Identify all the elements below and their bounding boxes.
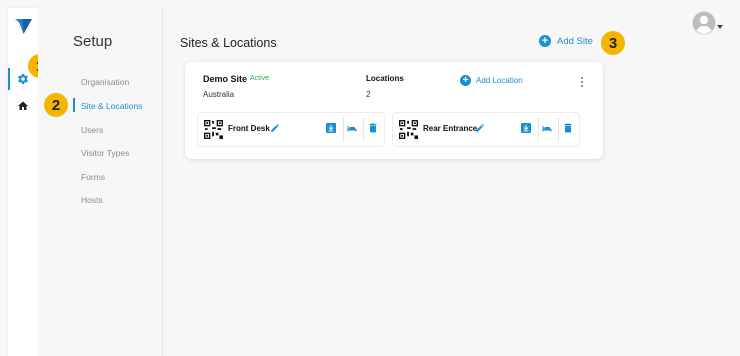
plus-circle-icon: + xyxy=(539,35,551,47)
site-country: Australia xyxy=(203,90,235,99)
plus-circle-icon: + xyxy=(460,75,471,86)
nav-item-forms[interactable]: Forms xyxy=(73,172,105,182)
nav-item-organisation[interactable]: Organisation xyxy=(73,77,129,87)
download-icon[interactable] xyxy=(325,122,337,134)
nav-item-site-locations[interactable]: Site & Locations xyxy=(73,98,142,112)
locations-count: 2 xyxy=(366,90,371,99)
nav-item-users[interactable]: Users xyxy=(73,125,103,135)
bed-icon[interactable] xyxy=(346,122,358,134)
add-location-label: Add Location xyxy=(476,76,523,85)
callout-badge-2: 2 xyxy=(44,93,68,117)
kebab-menu-icon[interactable] xyxy=(578,76,586,88)
divider xyxy=(363,117,364,142)
edit-pencil-icon[interactable] xyxy=(475,123,485,133)
add-site-label: Add Site xyxy=(557,35,593,47)
account-menu-caret[interactable] xyxy=(717,25,723,29)
location-name: Rear Entrance xyxy=(423,124,478,133)
bed-icon[interactable] xyxy=(541,122,553,134)
location-name: Front Desk xyxy=(228,124,270,133)
add-site-button[interactable]: + Add Site xyxy=(539,35,593,47)
site-status: Active xyxy=(250,75,270,82)
setup-nav-panel xyxy=(38,8,163,356)
page-title: Sites & Locations xyxy=(180,36,277,50)
location-card-rear-entrance: Rear Entrance xyxy=(392,112,580,147)
avatar-icon[interactable] xyxy=(692,11,716,35)
setup-title: Setup xyxy=(73,33,113,50)
trash-icon[interactable] xyxy=(562,122,574,134)
site-card: Demo Site Active Australia Locations 2 +… xyxy=(185,62,603,159)
gear-icon xyxy=(18,73,28,85)
add-location-button[interactable]: + Add Location xyxy=(460,75,523,86)
edit-pencil-icon[interactable] xyxy=(270,123,280,133)
divider xyxy=(558,117,559,142)
location-card-front-desk: Front Desk xyxy=(197,112,385,147)
nav-item-visitor-types[interactable]: Visitor Types xyxy=(73,148,129,158)
callout-badge-3: 3 xyxy=(601,31,625,55)
locations-label: Locations xyxy=(366,74,404,83)
download-icon[interactable] xyxy=(520,122,532,134)
nav-item-hosts[interactable]: Hosts xyxy=(73,195,103,205)
rail-home[interactable] xyxy=(8,93,38,119)
home-icon xyxy=(18,101,28,110)
qr-code-icon[interactable] xyxy=(204,120,223,139)
qr-code-icon[interactable] xyxy=(399,120,418,139)
trash-icon[interactable] xyxy=(367,122,379,134)
divider xyxy=(343,117,344,142)
divider xyxy=(538,117,539,142)
site-name: Demo Site xyxy=(203,74,248,84)
app-logo[interactable] xyxy=(15,18,32,34)
